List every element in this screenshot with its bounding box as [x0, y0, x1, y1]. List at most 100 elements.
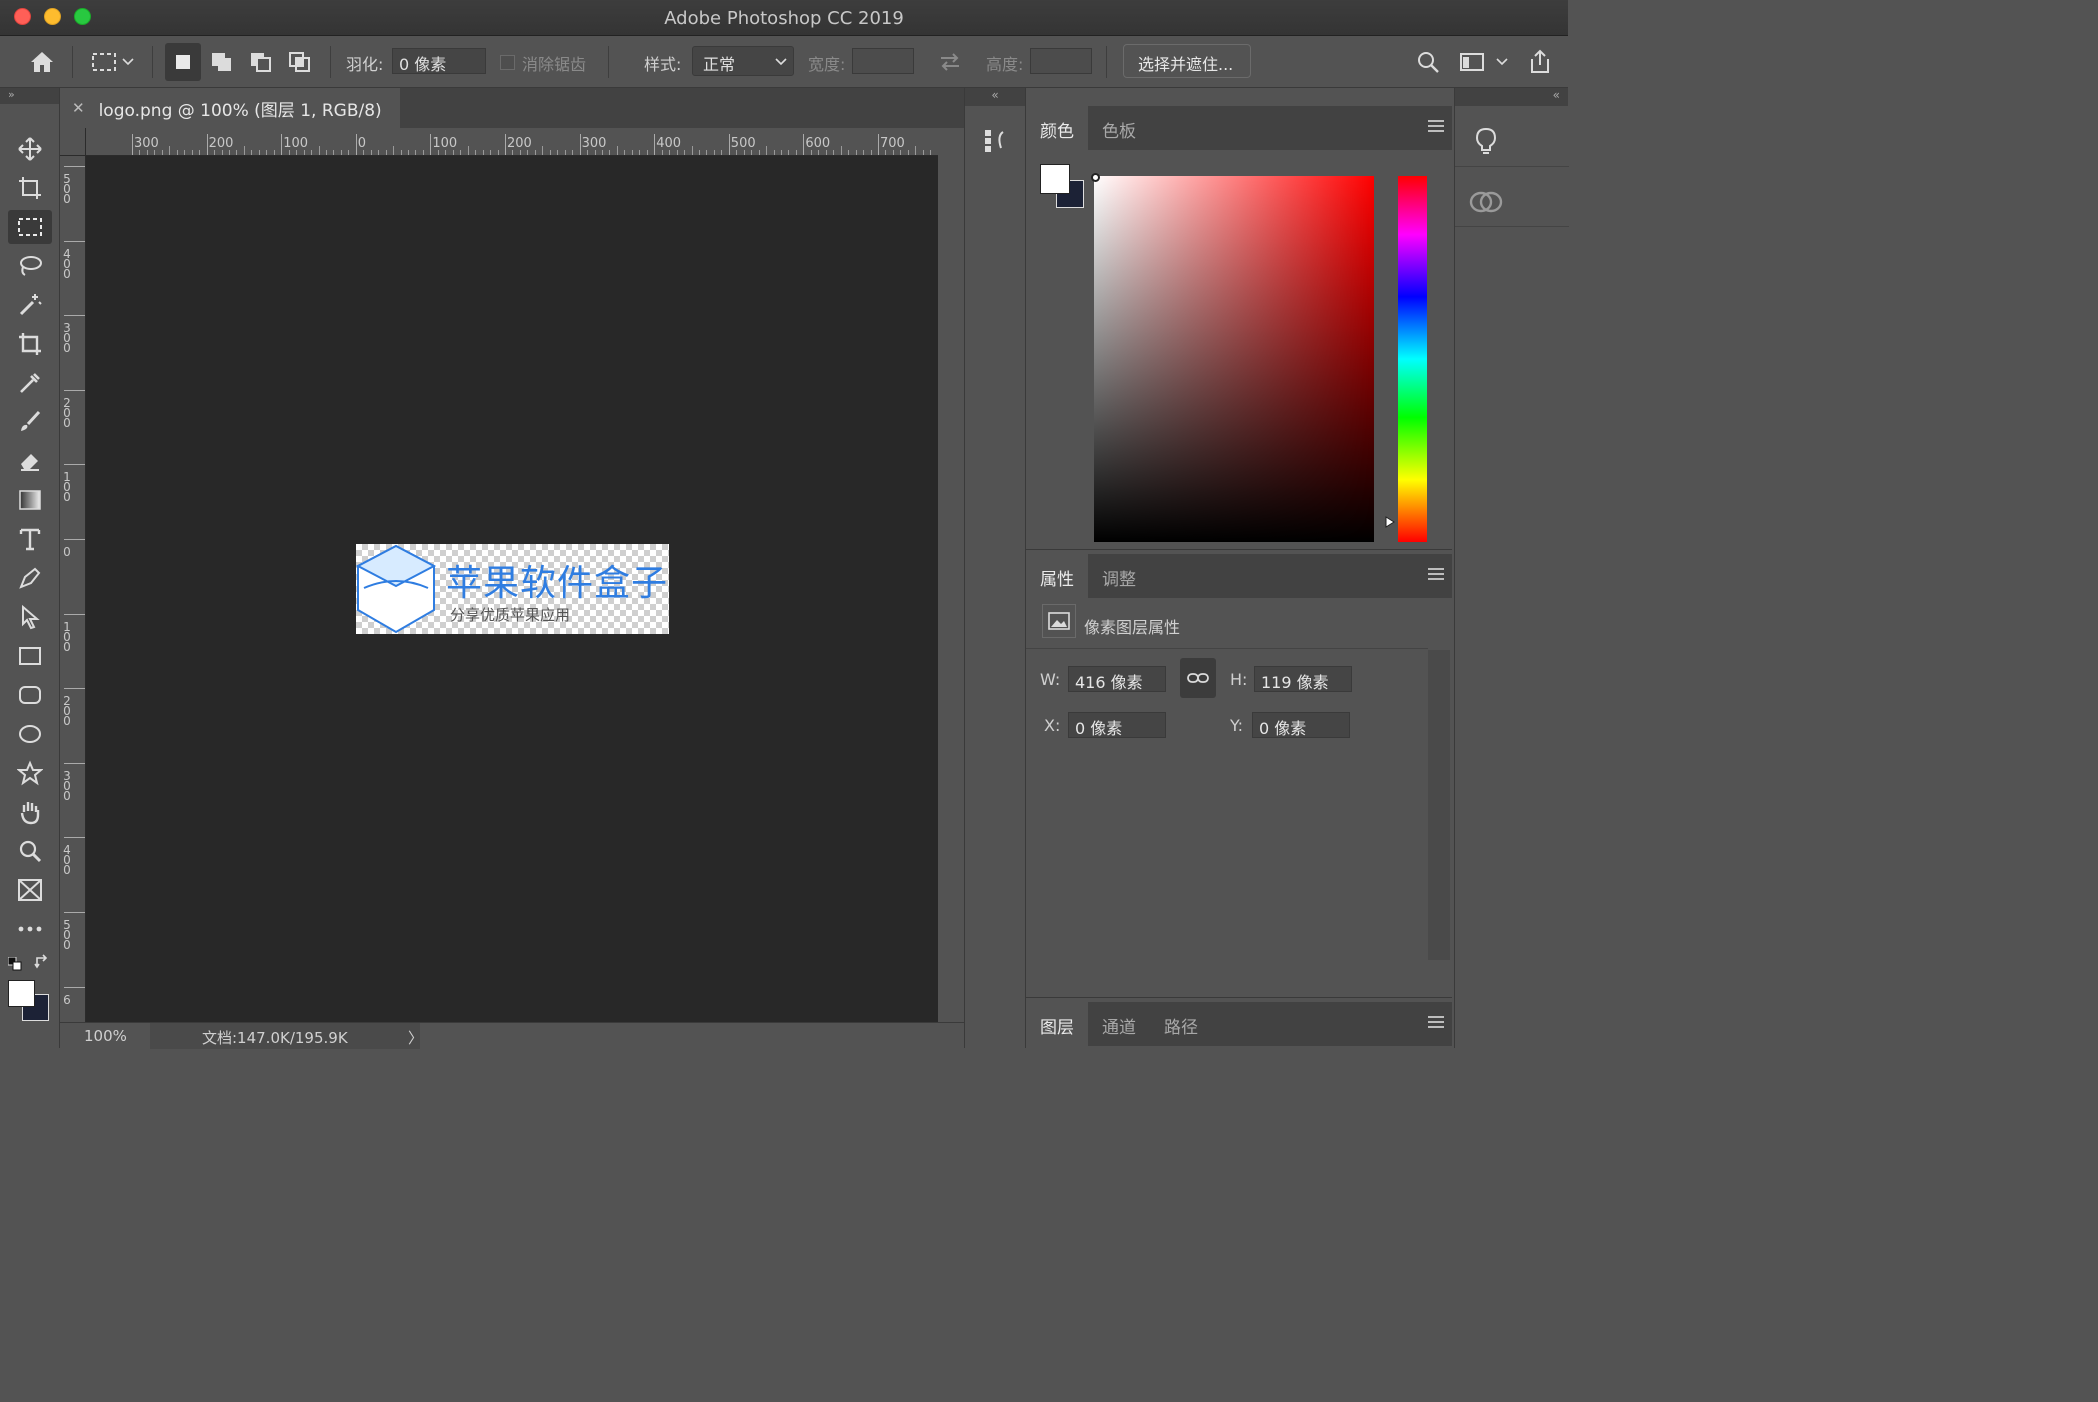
pointer-arrow-icon — [22, 604, 40, 630]
color-panel-foreground-swatch[interactable] — [1040, 164, 1070, 194]
document-canvas[interactable]: 苹果软件盒子 分享优质苹果应用 — [86, 156, 938, 1022]
tab-color[interactable]: 颜色 — [1026, 106, 1088, 150]
panel-menu-icon[interactable] — [1428, 1016, 1444, 1031]
link-dimensions-button[interactable] — [1180, 658, 1216, 698]
libraries-panel-button[interactable] — [1469, 188, 1503, 218]
foreground-color-swatch[interactable] — [8, 980, 35, 1007]
eraser-tool[interactable] — [8, 444, 52, 478]
type-tool[interactable] — [8, 522, 52, 556]
document-tab[interactable]: ✕ logo.png @ 100% (图层 1, RGB/8) — [60, 88, 400, 128]
tool-preset-picker[interactable] — [86, 43, 122, 81]
ruler-tick — [64, 166, 85, 167]
horizontal-ruler[interactable]: 300 200 100 0 100 200 300 400 500 600 700 — [86, 128, 938, 156]
toolbar-collapse[interactable]: » — [0, 88, 59, 104]
width-input[interactable] — [852, 48, 914, 74]
ruler-minor-tick — [318, 146, 320, 155]
tab-paths[interactable]: 路径 — [1150, 1002, 1212, 1046]
antialias-checkbox[interactable] — [496, 43, 518, 81]
ruler-label: 200 — [208, 136, 234, 151]
add-to-selection-button[interactable] — [204, 43, 240, 81]
panel-menu-icon[interactable] — [1428, 120, 1444, 135]
home-button[interactable] — [24, 43, 60, 81]
rectangle-tool[interactable] — [8, 639, 52, 673]
zoom-tool[interactable] — [8, 834, 52, 868]
frame-tool[interactable] — [8, 873, 52, 907]
ruler-minor-tick — [542, 146, 544, 155]
hand-tool[interactable] — [8, 795, 52, 829]
ruler-origin[interactable] — [60, 128, 86, 156]
hue-slider[interactable] — [1398, 176, 1427, 542]
crop-tool[interactable] — [8, 327, 52, 361]
properties-scrollbar[interactable] — [1428, 650, 1450, 960]
ruler-label: 500 — [63, 918, 71, 952]
width-value-input[interactable]: 416 像素 — [1068, 666, 1166, 692]
ruler-tick — [64, 539, 85, 540]
zoom-level[interactable]: 100% — [84, 1027, 127, 1045]
pen-tool[interactable] — [8, 561, 52, 595]
tab-adjustments[interactable]: 调整 — [1088, 554, 1150, 598]
color-picker-cursor[interactable] — [1091, 173, 1100, 182]
swap-width-height-button[interactable] — [932, 43, 968, 81]
hue-slider-handle-icon[interactable] — [1384, 516, 1396, 528]
custom-shape-tool[interactable] — [8, 756, 52, 790]
eyedropper-tool[interactable] — [8, 366, 52, 400]
tab-layers[interactable]: 图层 — [1026, 1002, 1088, 1046]
move-tool[interactable] — [8, 132, 52, 166]
logo-image[interactable]: 苹果软件盒子 分享优质苹果应用 — [356, 544, 669, 634]
status-bar: 100% 文档:147.0K/195.9K 〉 — [60, 1022, 964, 1049]
saturation-brightness-field[interactable] — [1091, 173, 1374, 542]
document-info[interactable]: 文档:147.0K/195.9K — [150, 1023, 420, 1049]
ruler-tick — [64, 837, 85, 839]
panel-menu-icon[interactable] — [1428, 568, 1444, 583]
height-value-input[interactable]: 119 像素 — [1254, 666, 1352, 692]
eraser-icon — [21, 454, 39, 471]
select-and-mask-button[interactable]: 选择并遮住... — [1123, 44, 1251, 78]
ruler-label: 300 — [581, 136, 607, 151]
workspace-dropdown[interactable] — [1492, 43, 1512, 81]
width-label: 宽度: — [808, 55, 846, 74]
tab-swatches[interactable]: 色板 — [1088, 106, 1150, 150]
history-panel-button[interactable] — [981, 126, 1009, 158]
x-value-input[interactable]: 0 像素 — [1068, 712, 1166, 738]
magic-wand-tool[interactable] — [8, 288, 52, 322]
logo-title: 苹果软件盒子 — [446, 563, 669, 604]
ruler-label: 300 — [134, 136, 159, 151]
rounded-rectangle-tool[interactable] — [8, 678, 52, 712]
style-select[interactable]: 正常 — [692, 46, 794, 76]
y-value-input[interactable]: 0 像素 — [1252, 712, 1350, 738]
share-button[interactable] — [1522, 43, 1558, 81]
ruler-tick — [579, 134, 581, 155]
height-input[interactable] — [1030, 48, 1092, 74]
rect-marquee-tool[interactable] — [8, 210, 52, 244]
more-tools-button[interactable] — [8, 912, 52, 946]
dock-collapse-left[interactable]: « — [965, 88, 1025, 106]
status-menu-arrow[interactable]: 〉 — [408, 1027, 423, 1048]
swap-colors-button[interactable] — [34, 954, 50, 970]
dock-collapse-right[interactable]: « — [1455, 88, 1568, 106]
brush-icon — [21, 410, 41, 431]
search-button[interactable] — [1410, 43, 1446, 81]
new-selection-button[interactable] — [165, 43, 201, 81]
height-label: 高度: — [986, 55, 1024, 74]
vertical-ruler[interactable]: 500 400 300 200 100 0 100 200 300 400 500 6 — [60, 156, 86, 1022]
chevron-down-icon — [122, 58, 134, 66]
style-label: 样式: — [644, 55, 682, 74]
close-tab-icon[interactable]: ✕ — [72, 99, 85, 117]
path-selection-tool[interactable] — [8, 600, 52, 634]
tool-preset-dropdown[interactable] — [118, 43, 138, 81]
lasso-tool[interactable] — [8, 249, 52, 283]
tab-properties[interactable]: 属性 — [1026, 554, 1088, 598]
ruler-minor-tick — [393, 146, 395, 155]
workspace-button[interactable] — [1454, 43, 1490, 81]
learn-panel-button[interactable] — [1473, 126, 1499, 160]
brush-tool[interactable] — [8, 405, 52, 439]
feather-input[interactable]: 0 像素 — [392, 48, 486, 74]
gradient-tool[interactable] — [8, 483, 52, 517]
tab-channels[interactable]: 通道 — [1088, 1002, 1150, 1046]
subtract-from-selection-button[interactable] — [243, 43, 279, 81]
ellipse-tool[interactable] — [8, 717, 52, 751]
intersect-selection-button[interactable] — [282, 43, 318, 81]
default-colors-button[interactable] — [7, 956, 22, 971]
artboard-tool[interactable] — [8, 171, 52, 205]
pixel-layer-icon-box — [1042, 604, 1076, 638]
